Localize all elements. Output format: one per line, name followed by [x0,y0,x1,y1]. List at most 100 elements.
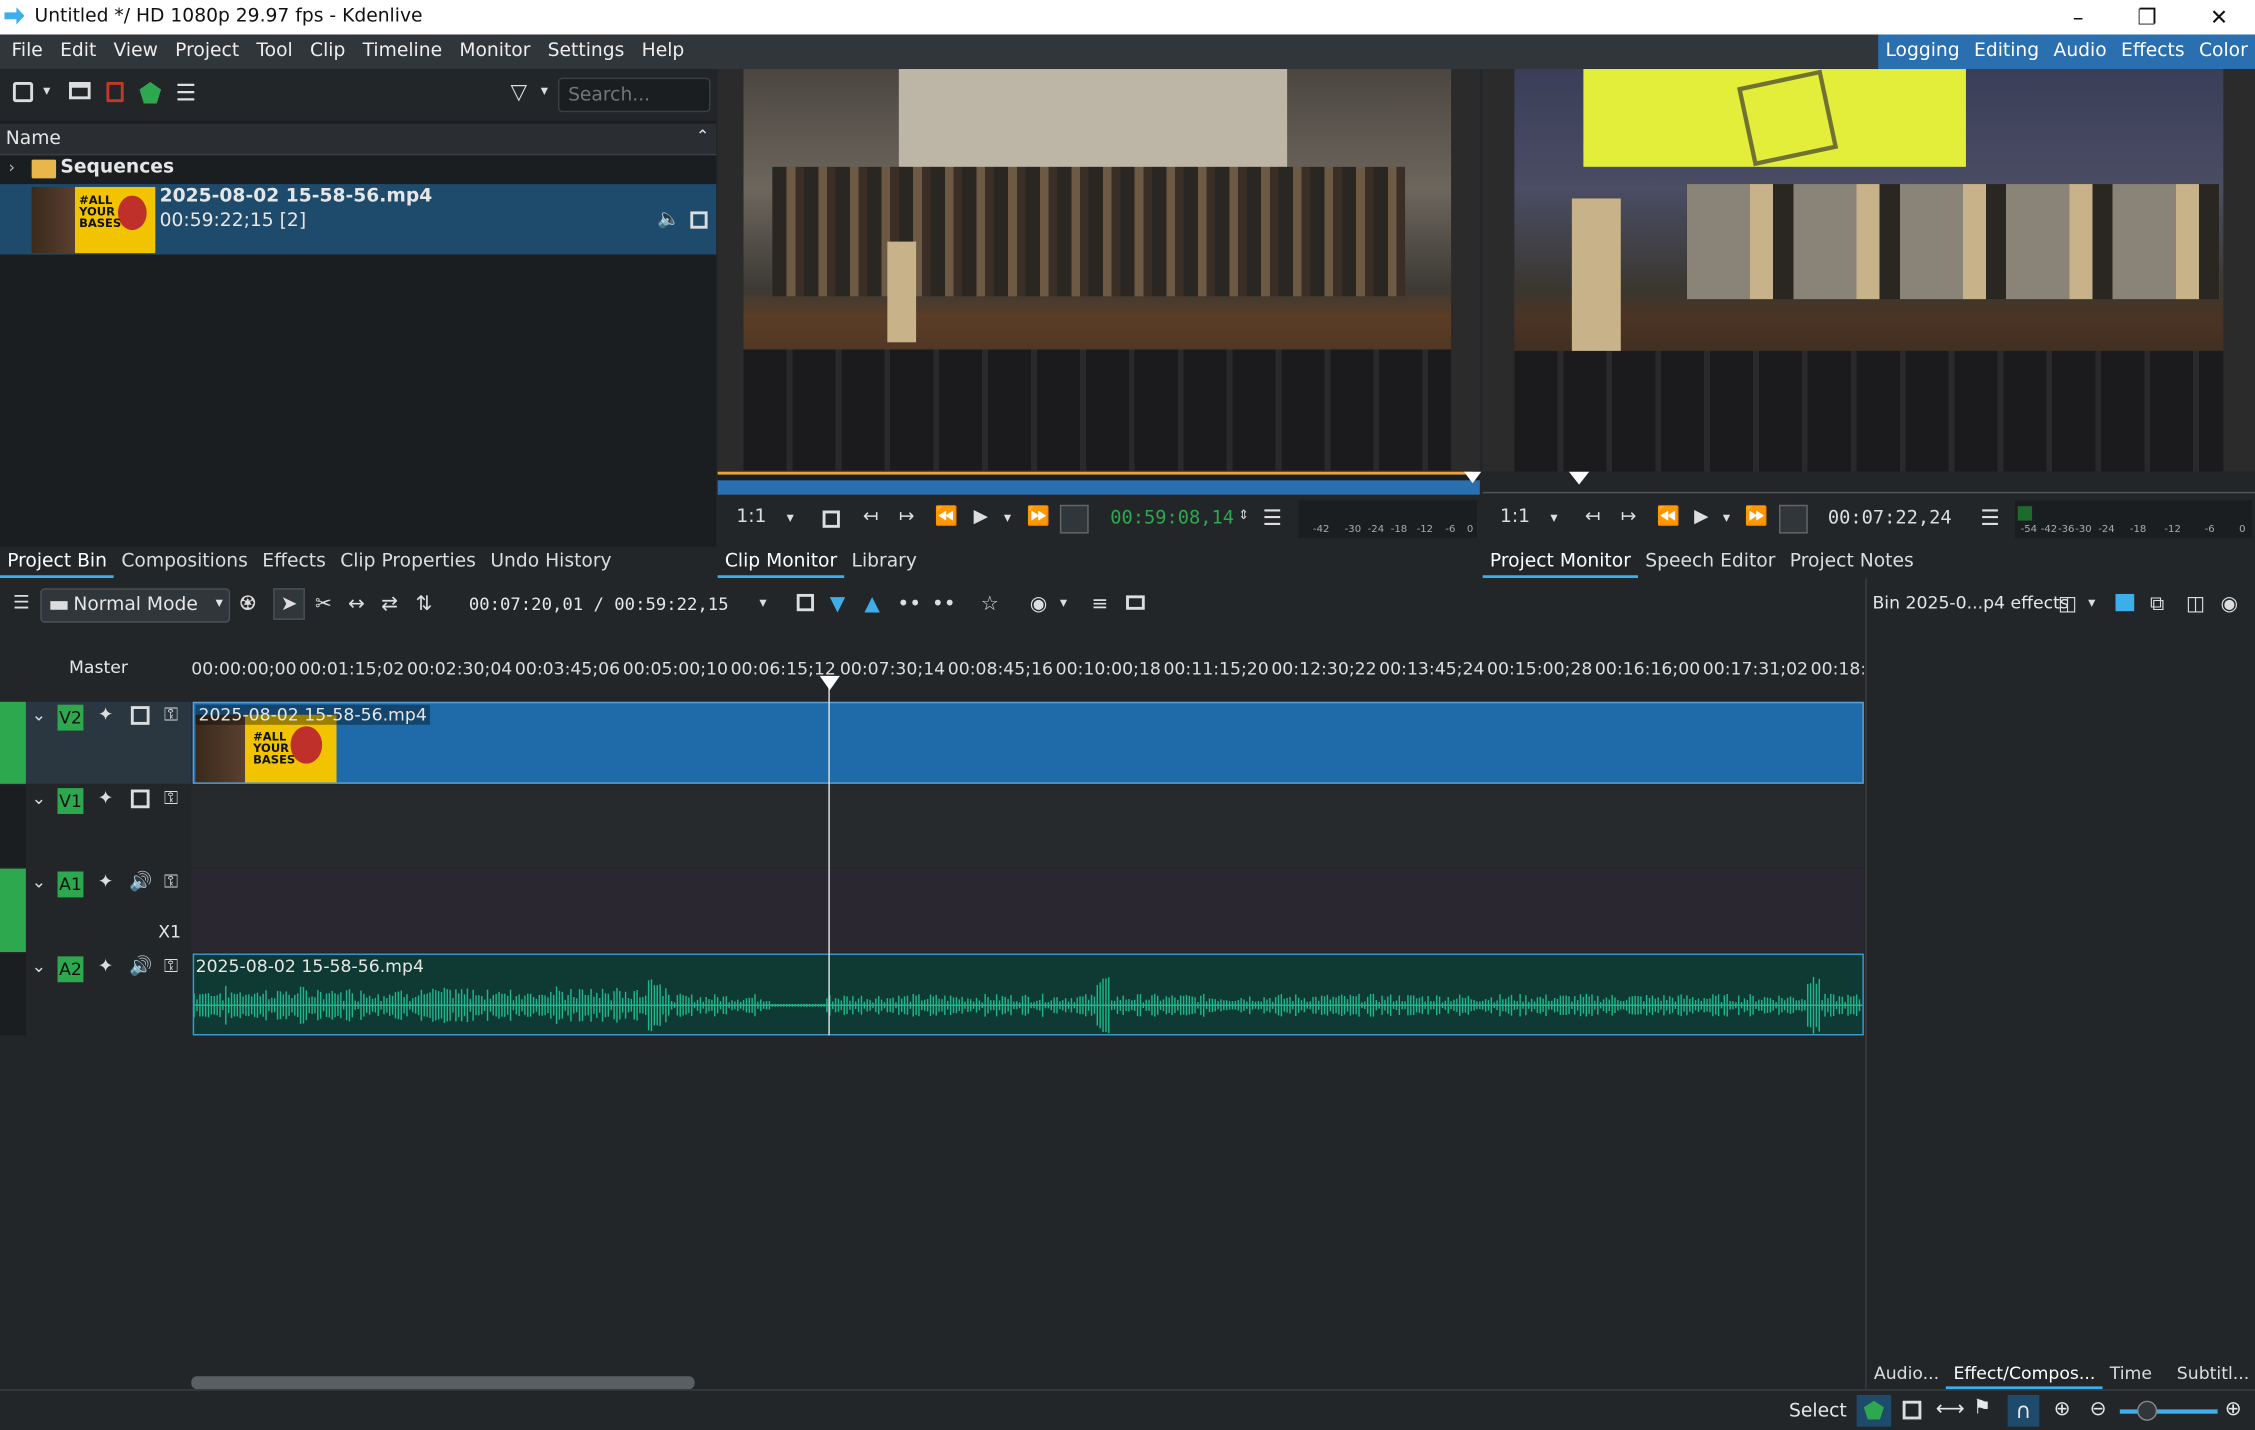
zoom-label[interactable]: 1:1 [1500,506,1530,528]
chevron-down-icon[interactable]: ▾ [1060,595,1067,611]
overwrite-icon[interactable]: ▼ [830,593,846,616]
tab-clip-properties[interactable]: Clip Properties [333,546,483,578]
timeline-clip-audio[interactable]: 2025-08-02 15-58-56.mp4 [192,953,1864,1036]
menu-help[interactable]: Help [633,35,693,70]
lift-icon[interactable]: ▲ [864,593,880,616]
forward-icon[interactable]: ⏩ [1744,506,1767,528]
split-view-icon[interactable]: ◫ [2186,593,2205,616]
tag-icon[interactable] [139,81,162,104]
chevron-down-icon[interactable]: ▾ [787,511,794,527]
folder-row-sequences[interactable]: › Sequences [0,155,716,184]
close-button[interactable]: ✕ [2186,0,2252,35]
zone-icon[interactable] [822,510,840,528]
menu-settings[interactable]: Settings [539,35,633,70]
compare-icon[interactable]: ◫ [2058,593,2077,616]
project-monitor-ruler[interactable] [1482,471,2255,495]
collapse-chevron-icon[interactable]: ⌄ [32,872,46,892]
marker-flag-icon[interactable]: ⚑ [1973,1396,1991,1419]
lock-icon[interactable]: ⚿ [164,872,178,894]
layout-audio[interactable]: Audio [2046,35,2114,70]
video-film-icon[interactable] [690,211,708,229]
lock-icon[interactable]: ⚿ [164,956,178,978]
bin-column-header[interactable]: Name ⌃ [0,123,717,156]
insert-icon[interactable] [796,593,814,612]
menu-icon[interactable]: ☰ [1980,505,1999,531]
sort-chevron-icon[interactable]: ⌃ [696,127,709,146]
zoom-fit-icon[interactable]: ⊕ [2054,1398,2071,1421]
clip-monitor-ruler[interactable] [717,471,1482,495]
layout-logging[interactable]: Logging [1878,35,1967,70]
project-timecode[interactable]: 00:07:22,24 [1828,508,1952,530]
forward-icon[interactable]: ⏩ [1027,506,1050,528]
set-out-icon[interactable]: ↦ [899,506,915,528]
track-lane-v1[interactable] [191,785,1864,868]
collapse-chevron-icon[interactable]: ⌄ [32,705,46,725]
effects-wand-icon[interactable]: ✦ [98,956,114,978]
extract-icon[interactable]: •• [897,593,921,616]
play-icon[interactable]: ▶ [974,506,988,528]
track-header-v1[interactable]: ⌄ V1 ✦ ⚿ [0,785,192,868]
track-active-indicator[interactable] [0,701,26,784]
zoom-slider[interactable] [2119,1409,2218,1414]
tab-audio-mixer[interactable]: Audio... [1867,1358,1947,1390]
chevron-down-icon[interactable]: ▾ [759,595,766,611]
copy-icon[interactable]: ⧉ [2150,593,2164,616]
track-header-a2[interactable]: ⌄ A2 ✦ 🔊 ⚿ [0,953,192,1036]
minimize-button[interactable]: – [2045,0,2111,35]
set-out-icon[interactable]: ↦ [1621,506,1637,528]
favorite-star-icon[interactable]: ☆ [981,593,999,616]
menu-file[interactable]: File [3,35,52,70]
tab-effect-compositions[interactable]: Effect/Compos... [1946,1358,2103,1390]
ripple-tool-icon[interactable]: ⇄ [381,593,398,616]
spacer-tool-icon[interactable]: ↔ [348,593,365,616]
search-input[interactable] [557,77,711,113]
timeline-scrollbar[interactable] [191,1376,695,1390]
group-icon[interactable]: •• [932,593,956,616]
snap-magnet-icon[interactable]: ∩ [2007,1394,2040,1427]
tab-subtitles[interactable]: Subtitl... [2170,1358,2255,1390]
set-in-icon[interactable]: ↤ [863,506,879,528]
monitor-playhead-icon[interactable] [1569,471,1590,485]
tab-compositions[interactable]: Compositions [114,546,255,578]
play-icon[interactable]: ▶ [1694,506,1708,528]
slip-tool-icon[interactable]: ⇅ [416,593,433,616]
menu-clip[interactable]: Clip [301,35,354,70]
collapse-chevron-icon[interactable]: ⌄ [32,788,46,808]
track-active-indicator[interactable] [0,868,26,953]
video-film-icon[interactable] [1902,1400,1922,1420]
rewind-icon[interactable]: ⏪ [935,506,958,528]
master-label[interactable]: Master [69,657,128,677]
restore-button[interactable]: ❐ [2114,0,2180,35]
speaker-icon[interactable]: 🔊 [129,872,152,894]
add-clip-icon[interactable] [12,81,34,103]
track-lane-a1[interactable] [191,868,1864,953]
chevron-down-icon[interactable]: ▾ [1550,511,1557,527]
delete-icon[interactable] [106,81,124,103]
record-icon[interactable]: ◉ [1030,593,1048,616]
chevron-down-icon[interactable]: ▾ [2088,595,2095,611]
layout-editing[interactable]: Editing [1967,35,2047,70]
audio-thumb-icon[interactable]: ⟷ [1936,1398,1965,1421]
fullscreen-icon[interactable] [1778,504,1808,534]
playhead-handle-icon[interactable] [819,675,840,691]
enable-effects-icon[interactable] [2115,593,2135,612]
edit-mode-select[interactable]: Normal Mode ▾ [40,588,231,623]
zoom-label[interactable]: 1:1 [736,506,766,528]
track-name-a1[interactable]: A1 [57,871,84,898]
track-name-v2[interactable]: V2 [57,704,84,731]
layout-effects[interactable]: Effects [2114,35,2192,70]
timeline-clip-video[interactable]: #ALL YOUR BASES 2025-08-02 15-58-56.mp4 [192,701,1864,784]
collapse-chevron-icon[interactable]: ⌄ [32,956,46,976]
rewind-icon[interactable]: ⏪ [1657,506,1680,528]
zoom-out-icon[interactable]: ⊖ [2090,1398,2107,1421]
track-target-label[interactable]: X1 [158,922,181,942]
tab-undo-history[interactable]: Undo History [483,546,619,578]
chevron-down-icon[interactable]: ▾ [541,83,548,99]
chevron-down-icon[interactable]: ▾ [1723,511,1730,527]
monitor-playhead-icon[interactable] [1464,471,1482,484]
fullscreen-icon[interactable] [1059,504,1089,534]
menu-icon[interactable]: ☰ [175,79,196,106]
timeline-playhead[interactable] [828,681,830,1036]
tab-speech-editor[interactable]: Speech Editor [1638,546,1783,578]
razor-tool-icon[interactable]: ✂ [315,593,332,616]
